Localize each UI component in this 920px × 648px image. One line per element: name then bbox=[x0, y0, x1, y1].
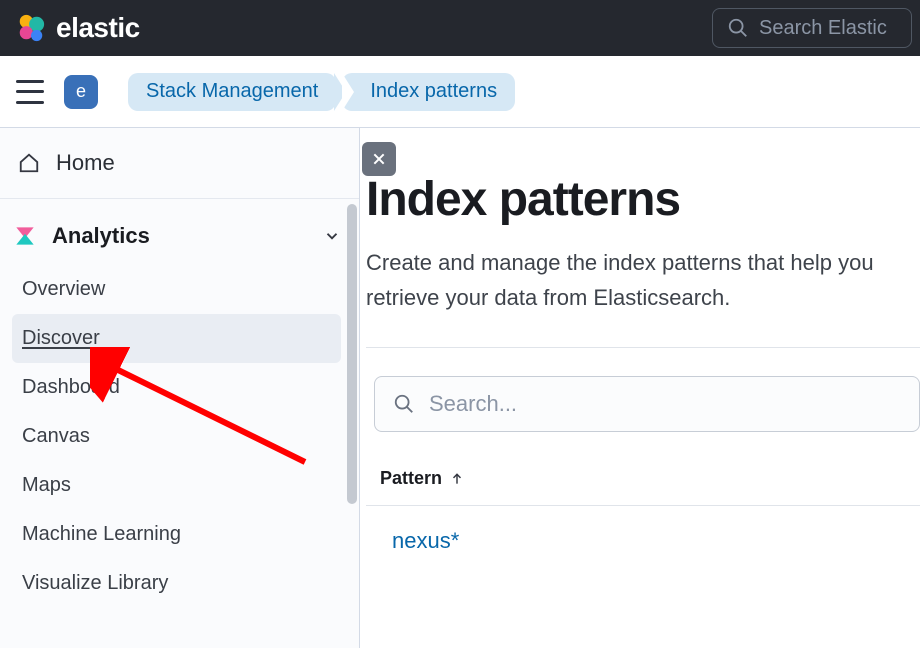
nav-item-machine-learning[interactable]: Machine Learning bbox=[12, 510, 341, 559]
sort-asc-icon bbox=[450, 472, 464, 486]
nav-item-maps[interactable]: Maps bbox=[12, 461, 341, 510]
top-header: elastic bbox=[0, 0, 920, 56]
pattern-search-input[interactable] bbox=[429, 391, 901, 417]
nav-item-dashboard[interactable]: Dashboard bbox=[12, 363, 341, 412]
space-selector[interactable]: e bbox=[64, 75, 98, 109]
breadcrumb: Stack Management Index patterns bbox=[128, 73, 515, 111]
search-icon bbox=[393, 393, 415, 415]
pattern-search[interactable] bbox=[374, 376, 920, 432]
global-search-input[interactable] bbox=[759, 17, 889, 40]
home-icon bbox=[18, 152, 40, 174]
nav-item-canvas[interactable]: Canvas bbox=[12, 412, 341, 461]
divider bbox=[366, 347, 920, 348]
pattern-row-link[interactable]: nexus* bbox=[364, 506, 459, 554]
breadcrumb-bar: e Stack Management Index patterns bbox=[0, 56, 920, 128]
nav-item-discover[interactable]: Discover bbox=[12, 314, 341, 363]
column-header-pattern[interactable]: Pattern bbox=[366, 468, 920, 506]
nav-item-overview[interactable]: Overview bbox=[12, 265, 341, 314]
breadcrumb-stack-management[interactable]: Stack Management bbox=[128, 73, 336, 111]
space-letter: e bbox=[76, 81, 86, 102]
breadcrumb-index-patterns[interactable]: Index patterns bbox=[342, 73, 515, 111]
brand-name: elastic bbox=[56, 12, 140, 44]
nav-section-analytics[interactable]: Analytics bbox=[0, 199, 359, 265]
elastic-logo-icon bbox=[16, 13, 46, 43]
close-icon bbox=[371, 151, 387, 167]
nav-section-title: Analytics bbox=[52, 223, 150, 249]
collapse-nav-button[interactable] bbox=[362, 142, 396, 176]
nav-home-label: Home bbox=[56, 150, 115, 176]
chevron-down-icon bbox=[323, 227, 341, 245]
search-icon bbox=[727, 17, 749, 39]
nav-home[interactable]: Home bbox=[0, 128, 359, 199]
side-nav: Home Analytics Overview Discover Dashboa… bbox=[0, 128, 360, 648]
brand-logo[interactable]: elastic bbox=[16, 12, 140, 44]
global-search[interactable] bbox=[712, 8, 912, 48]
main-panel: Index patterns Create and manage the ind… bbox=[360, 128, 920, 648]
analytics-icon bbox=[12, 223, 38, 249]
page-title: Index patterns bbox=[366, 172, 920, 227]
page-description: Create and manage the index patterns tha… bbox=[366, 245, 920, 315]
nav-toggle-button[interactable] bbox=[16, 80, 44, 104]
nav-item-visualize-library[interactable]: Visualize Library bbox=[12, 559, 341, 608]
nav-list-analytics: Overview Discover Dashboard Canvas Maps … bbox=[0, 265, 359, 608]
